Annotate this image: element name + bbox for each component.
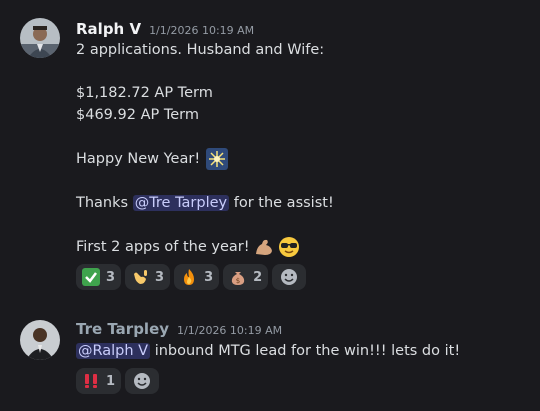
reaction-double-exclamation[interactable]: 1 [76, 368, 122, 394]
reaction-check[interactable]: 3 [76, 264, 122, 290]
add-reaction-button[interactable] [272, 264, 307, 290]
reaction-money-bag[interactable]: $ 2 [223, 264, 269, 290]
message-text: for the assist! [229, 195, 334, 211]
reaction-fire[interactable]: 3 [174, 264, 220, 290]
reaction-bar: 1 [76, 368, 160, 394]
avatar[interactable] [20, 320, 60, 360]
fire-icon [180, 268, 198, 286]
username[interactable]: Ralph V [76, 20, 141, 38]
timestamp: 1/1/2026 10:19 AM [177, 324, 283, 337]
message-line: 2 applications. Husband and Wife: [76, 42, 325, 58]
message-text: First 2 apps of the year! [76, 239, 250, 255]
avatar[interactable] [20, 18, 60, 58]
flexed-bicep-icon [253, 236, 275, 258]
message-text: Thanks [76, 195, 133, 211]
message-text: inbound MTG lead for the win!!! lets do … [150, 343, 461, 359]
user-mention[interactable]: @Ralph V [76, 343, 151, 359]
message-line: $469.92 AP Term [76, 107, 199, 123]
sparkler-icon [206, 148, 229, 170]
reaction-count: 3 [106, 269, 116, 285]
reaction-count: 3 [204, 269, 214, 285]
add-reaction-button[interactable] [125, 368, 160, 394]
timestamp: 1/1/2026 10:19 AM [149, 24, 255, 37]
money-bag-icon: $ [229, 268, 247, 286]
check-mark-icon [82, 268, 100, 286]
smiley-add-reaction-icon [133, 372, 151, 390]
reaction-count: 2 [253, 269, 263, 285]
message-line: Thanks @Tre Tarpley for the assist! [76, 193, 334, 213]
message-header: Ralph V 1/1/2026 10:19 AM [76, 20, 254, 38]
reaction-bar: 3 3 3 $ 2 [76, 264, 307, 290]
message-line: $1,182.72 AP Term [76, 85, 213, 101]
smiley-add-reaction-icon [280, 268, 298, 286]
user-mention[interactable]: @Tre Tarpley [132, 195, 230, 211]
message-header: Tre Tarpley 1/1/2026 10:19 AM [76, 320, 282, 338]
call-me-hand-icon [131, 268, 149, 286]
message-line: @Ralph V inbound MTG lead for the win!!!… [76, 341, 460, 361]
sunglasses-face-icon [278, 236, 300, 258]
reaction-call-me[interactable]: 3 [125, 264, 171, 290]
message-text: Happy New Year! [76, 151, 201, 167]
username[interactable]: Tre Tarpley [76, 320, 169, 338]
reaction-count: 3 [155, 269, 165, 285]
double-exclamation-icon [82, 372, 100, 390]
message-line: First 2 apps of the year! [76, 236, 300, 258]
reaction-count: 1 [106, 373, 116, 389]
message-line: Happy New Year! [76, 148, 229, 170]
svg-text:$: $ [236, 277, 240, 285]
